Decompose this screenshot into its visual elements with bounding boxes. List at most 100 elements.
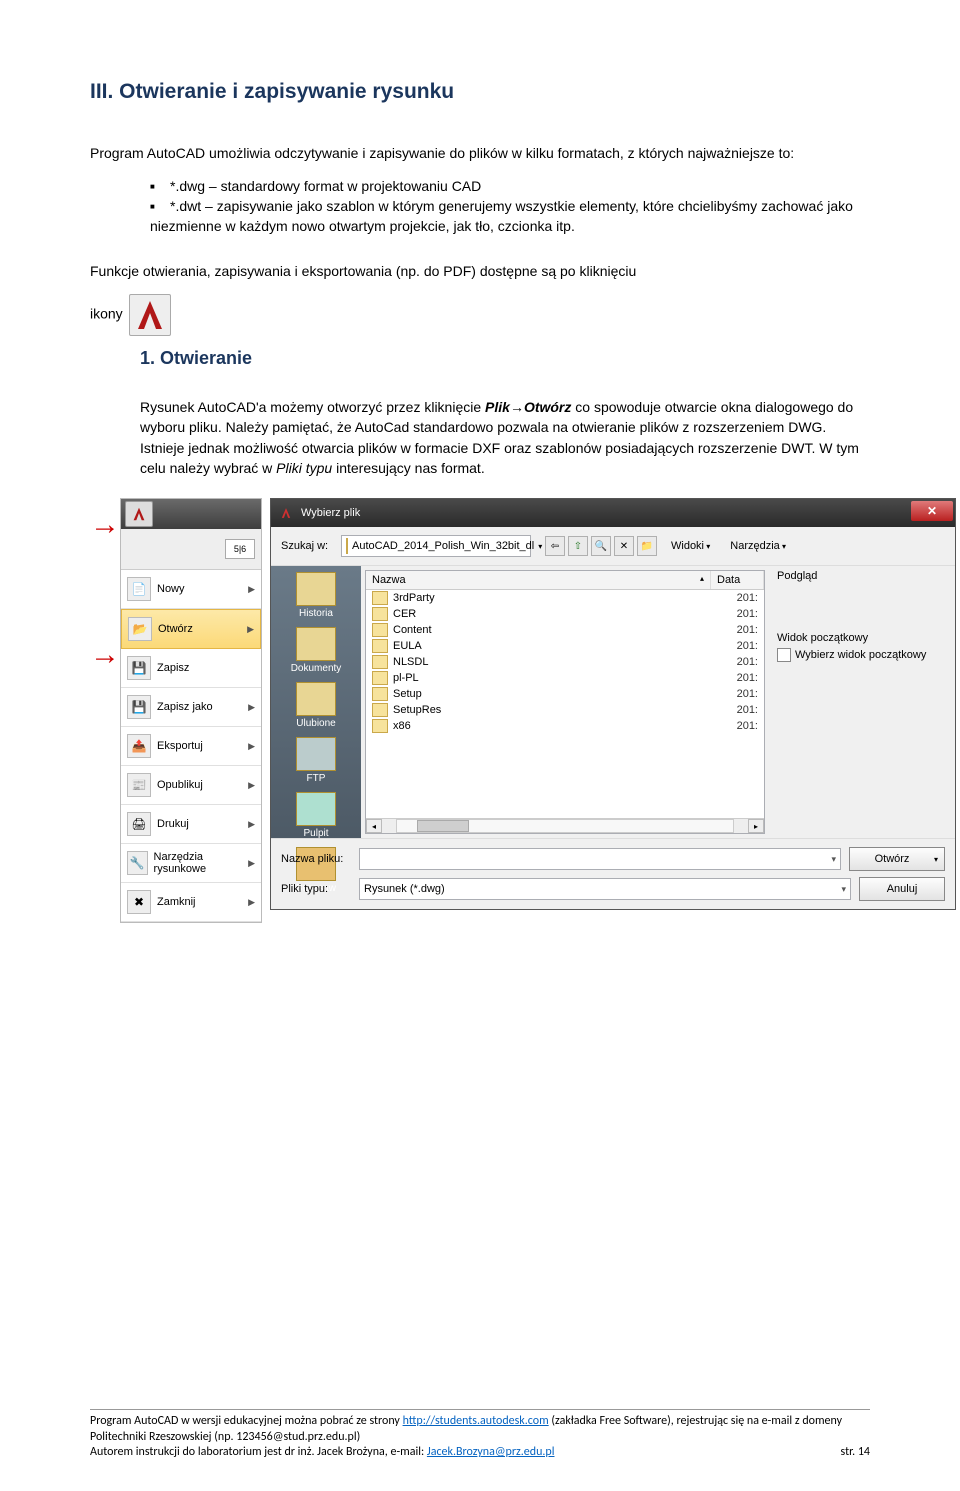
folder-icon [372, 687, 388, 701]
app-menu-mini-button[interactable]: 5|6 [225, 539, 255, 559]
back-icon[interactable]: ⇦ [545, 536, 565, 556]
file-row[interactable]: EULA201: [366, 638, 764, 654]
place-desk[interactable]: Pulpit [271, 792, 361, 839]
chevron-right-icon: ▶ [248, 858, 255, 869]
dialog-title: Wybierz plik [301, 507, 360, 519]
initial-view-checkbox[interactable] [777, 648, 791, 662]
place-docs[interactable]: Dokumenty [271, 627, 361, 674]
appmenu-item-zapisz-jako[interactable]: 💾Zapisz jako▶ [121, 688, 261, 727]
place-icon [296, 682, 336, 716]
open-paragraph: Rysunek AutoCAD'a możemy otworzyć przez … [140, 397, 870, 478]
path-dropdown[interactable]: AutoCAD_2014_Polish_Win_32bit_dl ▾ [341, 535, 531, 557]
initial-view-checkbox-row: Wybierz widok początkowy [777, 648, 947, 662]
folder-icon [372, 639, 388, 653]
format-list: *.dwg – standardowy format w projektowan… [90, 176, 870, 237]
menu-item-label: Zapisz jako [157, 701, 213, 713]
open-button[interactable]: Otwórz [849, 847, 945, 871]
file-row[interactable]: 3rdParty201: [366, 590, 764, 606]
chevron-right-icon: ▶ [247, 624, 254, 635]
menu-item-label: Zapisz [157, 662, 189, 674]
page-footer: Program AutoCAD w wersji edukacyjnej moż… [90, 1409, 870, 1461]
file-row[interactable]: x86201: [366, 718, 764, 734]
file-open-dialog: Wybierz plik ✕ Szukaj w: AutoCAD_2014_Po… [270, 498, 956, 910]
file-row[interactable]: pl-PL201: [366, 670, 764, 686]
new-folder-icon[interactable]: 📁 [637, 536, 657, 556]
author-email-link[interactable]: Jacek.Brozyna@prz.edu.pl [427, 1445, 555, 1459]
autocad-app-menu: 5|6 📄Nowy▶📂Otwórz▶💾Zapisz💾Zapisz jako▶📤E… [120, 498, 262, 923]
search-tool-icon[interactable]: 🔍 [591, 536, 611, 556]
functions-paragraph: Funkcje otwierania, zapisywania i ekspor… [90, 262, 870, 282]
menu-item-icon: 📄 [127, 577, 151, 601]
scroll-right-icon[interactable]: ▸ [748, 819, 764, 833]
menu-item-icon: 💾 [127, 656, 151, 680]
folder-icon [372, 655, 388, 669]
icon-line-prefix: ikony [90, 306, 127, 322]
file-row[interactable]: CER201: [366, 606, 764, 622]
menu-item-label: Nowy [157, 583, 185, 595]
close-button[interactable]: ✕ [911, 501, 953, 521]
place-icon [296, 627, 336, 661]
filetype-dropdown[interactable]: Rysunek (*.dwg) [359, 878, 851, 900]
chevron-right-icon: ▶ [248, 702, 255, 713]
appmenu-item-zamknij[interactable]: ✖Zamknij▶ [121, 883, 261, 922]
menu-item-icon: ✖ [127, 890, 151, 914]
menu-item-icon: 📰 [127, 773, 151, 797]
file-row[interactable]: Content201: [366, 622, 764, 638]
dialog-bottom: Nazwa pliku: Otwórz Pliki typu: Rysunek … [271, 839, 955, 909]
menu-item-icon: 🔧 [127, 851, 148, 875]
appmenu-item-otwórz[interactable]: 📂Otwórz▶ [121, 609, 261, 649]
autodesk-students-link[interactable]: http://students.autodesk.com [403, 1414, 549, 1428]
chevron-right-icon: ▶ [248, 584, 255, 595]
place-icon [296, 792, 336, 826]
appmenu-item-zapisz[interactable]: 💾 Zapisz [121, 649, 261, 688]
folder-icon [346, 538, 348, 554]
folder-icon [372, 591, 388, 605]
icon-line: ikony [90, 294, 870, 336]
appmenu-item-opublikuj[interactable]: 📰 Opublikuj ▶ [121, 766, 261, 805]
search-in-label: Szukaj w: [281, 540, 333, 552]
autocad-logo-icon [277, 504, 295, 522]
red-arrow-icon: → [90, 510, 120, 540]
tools-dropdown[interactable]: Narzędzia [724, 540, 792, 552]
screenshot-composite: → → 5|6 📄Nowy▶📂Otwórz▶💾Zapisz💾Zapisz jak… [90, 498, 870, 928]
appmenu-item-narzędzia-rysunkowe[interactable]: 🔧Narzędzia rysunkowe▶ [121, 844, 261, 883]
file-row[interactable]: Setup201: [366, 686, 764, 702]
app-menu-topbar [121, 499, 261, 529]
menu-item-label: Opublikuj [157, 779, 203, 791]
cancel-button[interactable]: Anuluj [859, 877, 945, 901]
horizontal-scrollbar[interactable]: ◂ ▸ [366, 818, 764, 833]
menu-item-icon: 📤 [127, 734, 151, 758]
place-ftp[interactable]: FTP [271, 737, 361, 784]
appmenu-item-nowy[interactable]: 📄 Nowy ▶ [121, 570, 261, 609]
page-number: str. 14 [841, 1445, 870, 1461]
col-date-header[interactable]: Data [711, 571, 764, 589]
scroll-left-icon[interactable]: ◂ [366, 819, 382, 833]
delete-icon[interactable]: ✕ [614, 536, 634, 556]
appmenu-item-eksportuj[interactable]: 📤Eksportuj▶ [121, 727, 261, 766]
file-list-header: Nazwa ▴ Data [366, 571, 764, 590]
folder-icon [372, 719, 388, 733]
file-row[interactable]: NLSDL201: [366, 654, 764, 670]
chevron-right-icon: ▶ [248, 819, 255, 830]
appmenu-item-drukuj[interactable]: 🖨Drukuj▶ [121, 805, 261, 844]
place-fav[interactable]: Ulubione [271, 682, 361, 729]
section-1-heading: 1. Otwieranie [140, 348, 870, 369]
dialog-toolbar: Szukaj w: AutoCAD_2014_Polish_Win_32bit_… [271, 527, 955, 565]
up-icon[interactable]: ⇧ [568, 536, 588, 556]
autocad-a-button[interactable] [125, 501, 153, 527]
folder-icon [372, 607, 388, 621]
col-name-header[interactable]: Nazwa ▴ [366, 571, 711, 589]
place-hist[interactable]: Historia [271, 572, 361, 619]
filename-input[interactable] [359, 848, 841, 870]
chevron-right-icon: ▶ [248, 897, 255, 908]
menu-item-icon: 📂 [128, 617, 152, 641]
red-arrow-icon: → [90, 640, 120, 670]
place-icon [296, 737, 336, 771]
views-dropdown[interactable]: Widoki [665, 540, 716, 552]
place-icon [296, 572, 336, 606]
chevron-right-icon: ▶ [248, 780, 255, 791]
file-row[interactable]: SetupRes201: [366, 702, 764, 718]
preview-title: Podgląd [777, 570, 947, 582]
page-title: III. Otwieranie i zapisywanie rysunku [90, 80, 870, 104]
menu-item-label: Drukuj [157, 818, 189, 830]
